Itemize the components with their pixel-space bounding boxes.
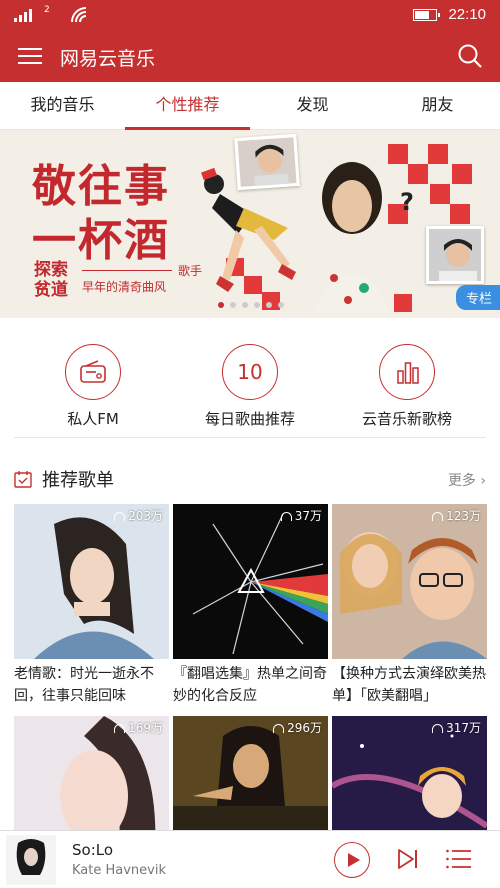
play-count: 169万 bbox=[114, 719, 163, 736]
wifi-icon bbox=[71, 7, 87, 23]
playlist-title: 【换种方式去演绎欧美热单】「欧美翻唱」 bbox=[332, 666, 486, 704]
playlist-cover: 203万 bbox=[14, 504, 169, 659]
calendar-icon bbox=[14, 471, 32, 488]
banner[interactable]: 敬往事 一杯酒 探索贫道 歌手 早年的清奇曲风 ? 专栏 bbox=[0, 130, 500, 318]
sim-indicator: 2 bbox=[44, 5, 50, 15]
tab-my-music[interactable]: 我的音乐 bbox=[0, 82, 125, 129]
banner-pager bbox=[218, 302, 284, 308]
pager-dot[interactable] bbox=[254, 302, 260, 308]
pager-dot[interactable] bbox=[242, 302, 248, 308]
singer-photo bbox=[426, 226, 484, 284]
play-count: 37万 bbox=[280, 507, 322, 524]
playlist-cover: 37万 bbox=[173, 504, 328, 659]
signal-icon bbox=[14, 9, 32, 22]
play-count: 296万 bbox=[273, 719, 322, 736]
more-link[interactable]: 更多 › bbox=[448, 470, 486, 490]
recommended-playlists: 推荐歌单 更多 › 203万 老情歌：时光一逝永不回，往事只能回味 37万 『翻… bbox=[0, 438, 500, 888]
headphones-icon bbox=[432, 724, 444, 733]
clock: 22:10 bbox=[448, 6, 486, 23]
play-count-value: 37万 bbox=[294, 509, 322, 523]
play-count-value: 169万 bbox=[128, 721, 163, 735]
decor-square bbox=[452, 164, 472, 184]
banner-title-line2: 一杯酒 bbox=[32, 215, 170, 266]
headphones-icon bbox=[280, 512, 292, 521]
status-bar: 2 22:10 bbox=[0, 0, 500, 30]
private-fm-button[interactable]: 私人FM bbox=[13, 344, 173, 429]
menu-icon[interactable] bbox=[18, 46, 42, 66]
pager-dot[interactable] bbox=[278, 302, 284, 308]
chart-icon bbox=[379, 344, 435, 400]
question-mark-icon: ? bbox=[400, 188, 414, 216]
more-label: 更多 bbox=[447, 473, 476, 489]
tab-recommend[interactable]: 个性推荐 bbox=[125, 82, 250, 130]
app-bar: 网易云音乐 bbox=[0, 30, 500, 82]
decor-square bbox=[408, 164, 428, 184]
tab-friends[interactable]: 朋友 bbox=[375, 82, 500, 129]
headphones-icon bbox=[432, 512, 444, 521]
play-count: 123万 bbox=[432, 507, 481, 524]
headphones-icon bbox=[114, 512, 126, 521]
song-title: So:Lo bbox=[72, 841, 114, 859]
headphones-icon bbox=[114, 724, 126, 733]
playlist-title: 『翻唱选集』热单之间奇妙的化合反应 bbox=[173, 666, 327, 704]
banner-subtitle: 歌手 早年的清奇曲风 bbox=[82, 264, 202, 294]
section-header: 推荐歌单 更多 › bbox=[14, 466, 486, 492]
daily-songs-label: 每日歌曲推荐 bbox=[204, 410, 295, 428]
playlist-title: 老情歌：时光一逝永不回，往事只能回味 bbox=[14, 666, 154, 704]
play-count-value: 317万 bbox=[446, 721, 481, 735]
banner-sub-style: 早年的清奇曲风 bbox=[82, 280, 167, 294]
decor-square bbox=[430, 184, 450, 204]
headphones-icon bbox=[273, 724, 285, 733]
section-title: 推荐歌单 bbox=[42, 470, 114, 491]
new-songs-chart-button[interactable]: 云音乐新歌榜 bbox=[327, 344, 487, 429]
radio-icon bbox=[65, 344, 121, 400]
calendar-icon: 10 bbox=[222, 344, 278, 400]
pager-dot[interactable] bbox=[266, 302, 272, 308]
private-fm-label: 私人FM bbox=[67, 410, 119, 428]
playlist-icon[interactable] bbox=[446, 847, 472, 871]
banner-rule bbox=[82, 270, 172, 271]
next-icon[interactable] bbox=[396, 847, 420, 871]
daily-songs-button[interactable]: 10 每日歌曲推荐 bbox=[170, 344, 330, 429]
quick-entries: 私人FM 10 每日歌曲推荐 云音乐新歌榜 bbox=[0, 318, 500, 438]
battery-icon bbox=[413, 9, 440, 21]
play-count: 203万 bbox=[114, 507, 163, 524]
new-songs-chart-label: 云音乐新歌榜 bbox=[361, 410, 452, 428]
playlist-card[interactable]: 37万 『翻唱选集』热单之间奇妙的化合反应 bbox=[173, 504, 328, 707]
artist-name: Kate Havnevik bbox=[72, 863, 166, 878]
tab-discover[interactable]: 发现 bbox=[250, 82, 375, 129]
banner-tag: 探索贫道 bbox=[34, 260, 68, 300]
player-bar[interactable]: So:Lo Kate Havnevik bbox=[0, 830, 500, 888]
search-icon[interactable] bbox=[456, 42, 484, 70]
play-count: 317万 bbox=[432, 719, 481, 736]
column-badge: 专栏 bbox=[455, 285, 500, 310]
play-button[interactable] bbox=[334, 842, 370, 878]
playlist-card[interactable]: 203万 老情歌：时光一逝永不回，往事只能回味 bbox=[14, 504, 169, 707]
app-title: 网易云音乐 bbox=[60, 48, 156, 70]
decor-square bbox=[428, 144, 448, 164]
singer-portrait bbox=[304, 152, 400, 312]
play-count-value: 203万 bbox=[128, 509, 163, 523]
tab-bar: 我的音乐 个性推荐 发现 朋友 bbox=[0, 82, 500, 130]
play-count-value: 123万 bbox=[446, 509, 481, 523]
album-art bbox=[6, 835, 56, 885]
pager-dot[interactable] bbox=[218, 302, 224, 308]
singer-photo bbox=[234, 133, 300, 191]
chevron-right-icon: › bbox=[480, 473, 486, 489]
playlist-cover: 123万 bbox=[332, 504, 487, 659]
pager-dot[interactable] bbox=[230, 302, 236, 308]
play-count-value: 296万 bbox=[287, 721, 322, 735]
decor-square bbox=[450, 204, 470, 224]
playlist-card[interactable]: 123万 【换种方式去演绎欧美热单】「欧美翻唱」 bbox=[332, 504, 487, 707]
